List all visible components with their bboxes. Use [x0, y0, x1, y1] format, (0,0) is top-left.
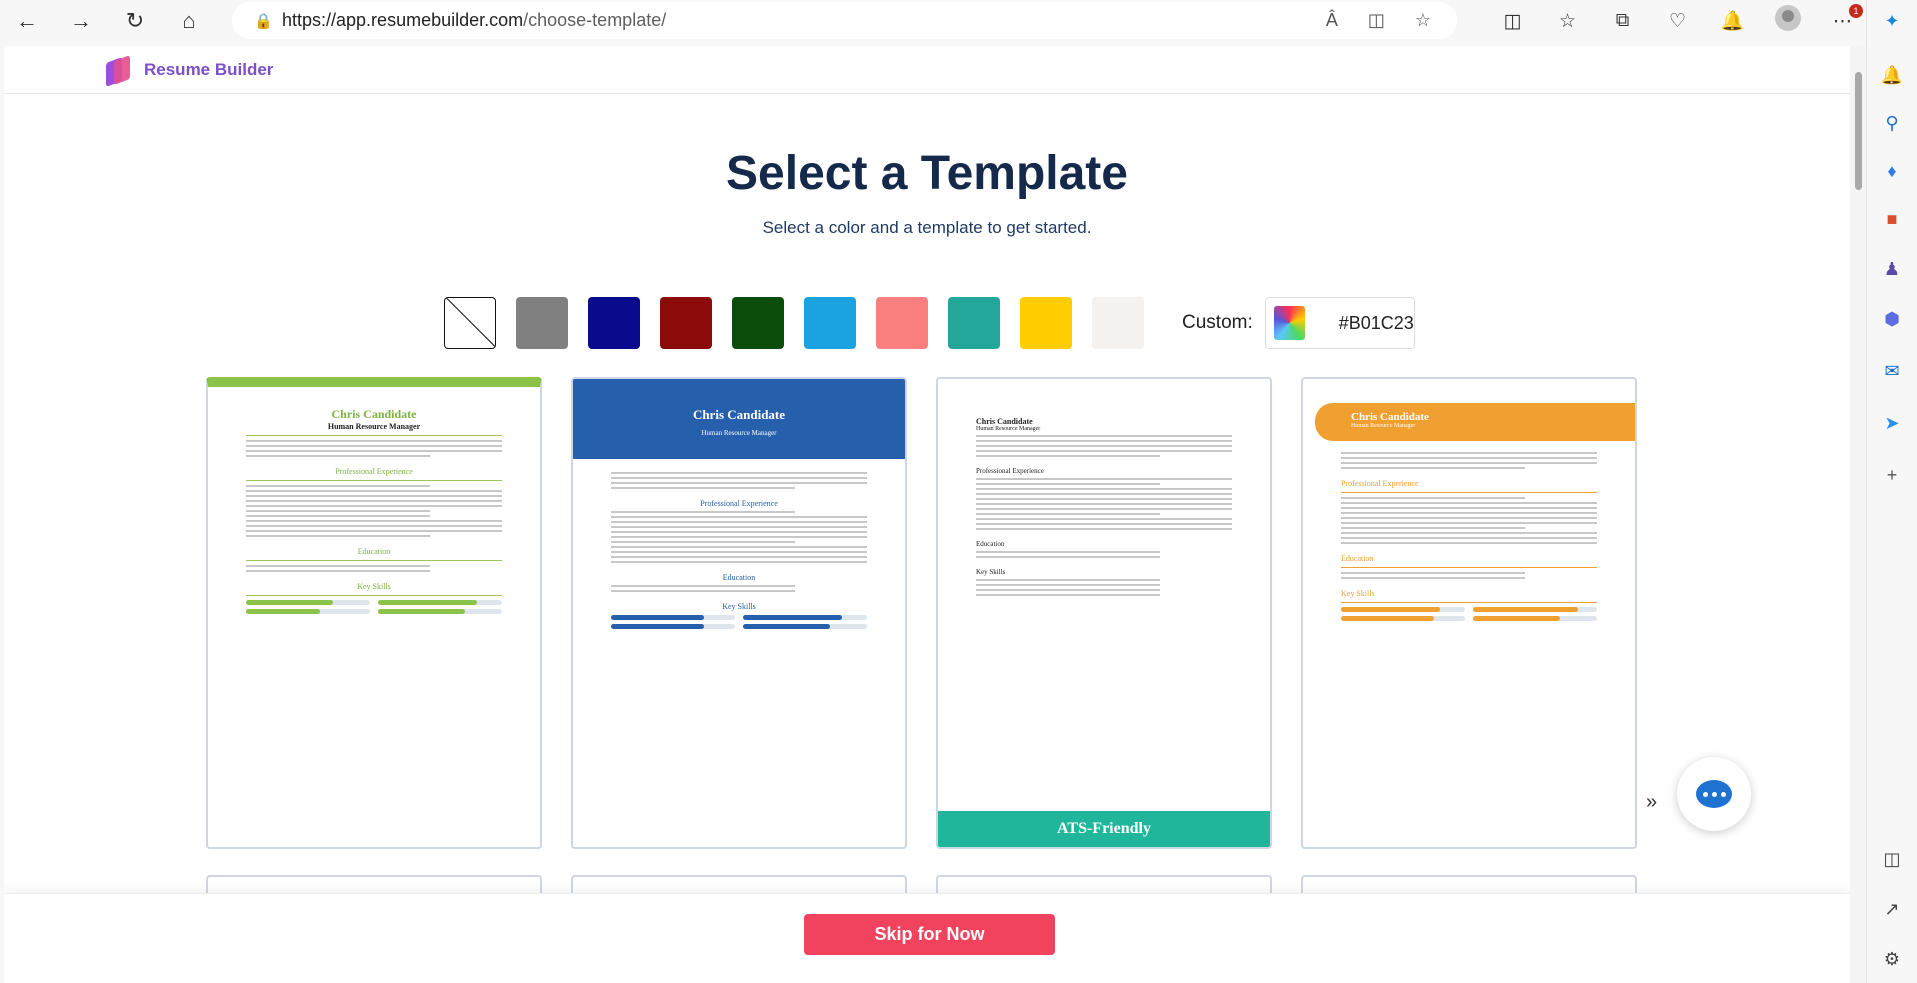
edge-sidebar: ✦ 🔔 ⚲ ♦ ■ ♟ ⬢ ✉ ➤ + ◫ ↗ ⚙: [1866, 0, 1917, 983]
color-swatch-teal[interactable]: [948, 297, 1000, 349]
back-icon[interactable]: ←: [0, 0, 54, 42]
search-icon[interactable]: ⚲: [1879, 110, 1905, 136]
chat-icon: [1696, 780, 1732, 808]
template-card-4[interactable]: Chris Candidate Human Resource Manager P…: [1301, 377, 1637, 849]
color-swatch-yellow[interactable]: [1020, 297, 1072, 349]
refresh-icon[interactable]: ↻: [108, 0, 162, 42]
resume-name: Chris Candidate: [331, 407, 417, 421]
ats-friendly-badge: ATS-Friendly: [938, 811, 1270, 847]
color-swatch-ivory[interactable]: [1092, 297, 1144, 349]
home-icon[interactable]: ⌂: [162, 0, 216, 42]
sidebar-toggle-icon[interactable]: ◫: [1879, 846, 1905, 872]
external-link-icon[interactable]: ↗: [1879, 896, 1905, 922]
settings-gear-icon[interactable]: ⚙: [1879, 946, 1905, 972]
bell-icon[interactable]: 🔔: [1879, 62, 1905, 88]
read-aloud-icon[interactable]: Â: [1326, 10, 1338, 31]
resume-section-title: Education: [357, 547, 391, 556]
page-title: Select a Template: [726, 147, 1128, 200]
more-menu-icon[interactable]: ⋯ 1: [1815, 3, 1870, 33]
resume-role: Human Resource Manager: [327, 422, 421, 431]
template-card-3[interactable]: Chris Candidate Human Resource Manager P…: [936, 377, 1272, 849]
resume-role: Human Resource Manager: [701, 429, 777, 437]
resume-role: Human Resource Manager: [976, 426, 1041, 432]
split-screen-icon[interactable]: ◫: [1485, 10, 1540, 33]
resume-section-title: Professional Experience: [976, 467, 1044, 475]
forward-icon[interactable]: →: [54, 0, 108, 42]
resume-role: Human Resource Manager: [1351, 423, 1416, 429]
brand-logo-icon[interactable]: [104, 54, 132, 87]
page: Resume Builder Select a Template Select …: [4, 46, 1850, 983]
color-picker: Custom: #B01C23: [444, 297, 1415, 349]
chat-button[interactable]: [1677, 757, 1751, 831]
color-swatch-sky-blue[interactable]: [804, 297, 856, 349]
notifications-icon[interactable]: 🔔: [1705, 9, 1760, 33]
resume-section-title: Education: [722, 573, 756, 582]
profile-avatar[interactable]: [1760, 5, 1815, 37]
footer-bar: Skip for Now: [4, 893, 1850, 983]
add-icon[interactable]: +: [1879, 462, 1905, 488]
template-card-1[interactable]: Chris Candidate Human Resource Manager P…: [206, 377, 542, 849]
site-header: Resume Builder: [4, 46, 1850, 94]
send-icon[interactable]: ➤: [1879, 410, 1905, 436]
page-scrollbar[interactable]: [1850, 46, 1866, 983]
url-path: /choose-template/: [523, 10, 667, 30]
outlook-icon[interactable]: ✉: [1879, 358, 1905, 384]
color-swatch-salmon[interactable]: [876, 297, 928, 349]
browser-essentials-icon[interactable]: ♡: [1650, 10, 1705, 33]
resume-name: Chris Candidate: [976, 417, 1033, 426]
resume-name: Chris Candidate: [692, 407, 786, 422]
brand-name[interactable]: Resume Builder: [144, 60, 273, 80]
immersive-reader-icon[interactable]: ◫: [1368, 10, 1385, 31]
favorite-star-icon[interactable]: ☆: [1415, 10, 1431, 31]
resume-section-title: Key Skills: [976, 568, 1006, 576]
resume-name: Chris Candidate: [1351, 411, 1429, 423]
notification-badge: 1: [1849, 3, 1863, 18]
page-subtitle: Select a color and a template to get sta…: [762, 218, 1092, 237]
custom-color-input[interactable]: #B01C23: [1264, 297, 1415, 349]
color-swatch-maroon[interactable]: [660, 297, 712, 349]
resume-section-title: Education: [976, 540, 1005, 548]
browser-actions: ◫ ☆ ⧉ ♡ 🔔 ⋯ 1: [1485, 0, 1870, 42]
microsoft365-icon[interactable]: ⬢: [1879, 306, 1905, 332]
resume-section-title: Professional Experience: [700, 499, 778, 508]
custom-color-value[interactable]: #B01C23: [1339, 313, 1414, 334]
tools-briefcase-icon[interactable]: ■: [1879, 206, 1905, 232]
resume-section-title: Key Skills: [1341, 589, 1375, 598]
copilot-icon[interactable]: ✦: [1879, 8, 1905, 34]
color-swatch-none[interactable]: [444, 297, 496, 349]
resume-section-title: Professional Experience: [335, 467, 413, 476]
resume-section-title: Education: [1341, 554, 1374, 563]
site-info-icon[interactable]: 🔒: [254, 12, 282, 30]
collections-icon[interactable]: ⧉: [1595, 10, 1650, 32]
custom-color-label: Custom:: [1182, 312, 1253, 333]
template-card-2[interactable]: Chris Candidate Human Resource Manager P…: [571, 377, 907, 849]
color-wheel-icon[interactable]: [1273, 306, 1305, 340]
skip-button[interactable]: Skip for Now: [804, 914, 1055, 955]
resume-section-title: Professional Experience: [1341, 479, 1419, 488]
games-icon[interactable]: ♟: [1879, 256, 1905, 282]
address-bar[interactable]: 🔒 https://app.resumebuilder.com/choose-t…: [232, 2, 1457, 39]
color-swatch-dark-green[interactable]: [732, 297, 784, 349]
next-chevron-icon[interactable]: »: [1646, 791, 1657, 814]
url-host: https://app.resumebuilder.com: [282, 10, 524, 30]
scrollbar-thumb[interactable]: [1855, 72, 1862, 190]
color-swatch-gray[interactable]: [516, 297, 568, 349]
favorites-icon[interactable]: ☆: [1540, 10, 1595, 33]
shopping-tag-icon[interactable]: ♦: [1879, 158, 1905, 184]
resume-section-title: Key Skills: [722, 602, 756, 611]
color-swatch-navy[interactable]: [588, 297, 640, 349]
resume-section-title: Key Skills: [357, 582, 391, 591]
